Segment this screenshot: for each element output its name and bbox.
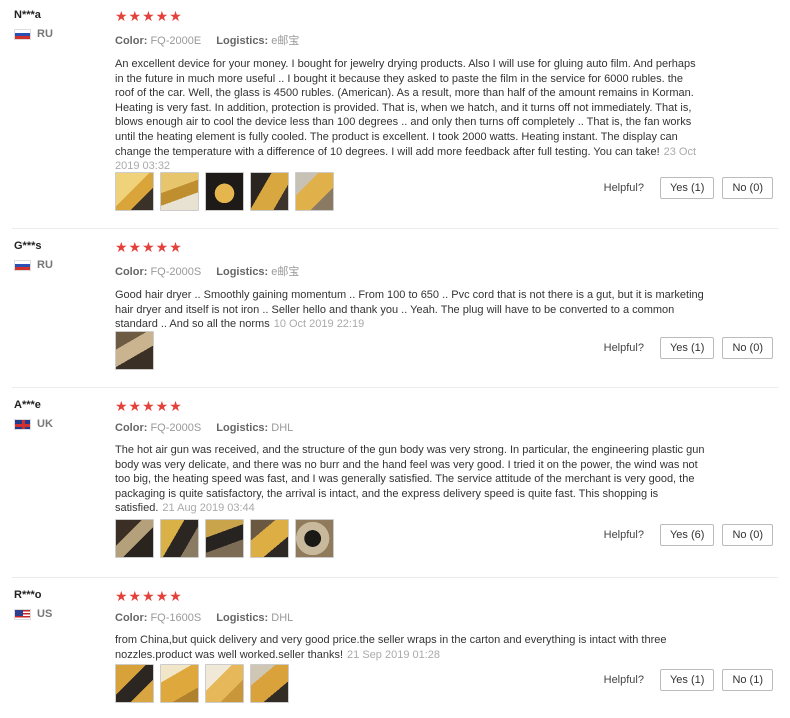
- reviewer-name: A***e: [14, 399, 41, 411]
- star-rating: ★★★★★: [115, 239, 183, 255]
- review-photos: [115, 519, 334, 558]
- review-body: ★★★★★ Color: FQ-2000S Logistics: DHL The…: [115, 398, 772, 516]
- us-flag-icon: [14, 608, 31, 620]
- helpful-vote: Helpful? Yes (6) No (0): [604, 524, 773, 546]
- review-item: G***s RU ★★★★★ Color: FQ-2000S Logistics…: [0, 231, 790, 388]
- helpful-no-button[interactable]: No (0): [722, 524, 773, 546]
- review-text: An excellent device for your money. I bo…: [115, 57, 705, 174]
- helpful-vote: Helpful? Yes (1) No (0): [604, 337, 773, 359]
- helpful-yes-button[interactable]: Yes (1): [659, 337, 715, 359]
- reviewer-country: US: [14, 608, 52, 620]
- review-item: A***e UK ★★★★★ Color: FQ-2000S Logistics…: [0, 390, 790, 578]
- review-text-content: Good hair dryer .. Smoothly gaining mome…: [115, 289, 704, 331]
- review-photo-thumbnail[interactable]: [205, 664, 244, 703]
- review-item: N***a RU ★★★★★ Color: FQ-2000E Logistics…: [0, 0, 790, 229]
- color-label: Color:: [115, 422, 148, 434]
- color-value: FQ-2000E: [150, 35, 202, 47]
- logistics-label: Logistics:: [216, 612, 269, 624]
- country-code: US: [37, 608, 53, 620]
- review-photos: [115, 664, 289, 703]
- helpful-vote: Helpful? Yes (1) No (1): [604, 669, 773, 691]
- helpful-vote: Helpful? Yes (1) No (0): [604, 177, 773, 199]
- country-code: RU: [37, 259, 53, 271]
- logistics-label: Logistics:: [216, 35, 269, 47]
- review-photo-thumbnail[interactable]: [295, 519, 334, 558]
- russia-flag-icon: [14, 259, 31, 271]
- helpful-no-button[interactable]: No (0): [722, 177, 773, 199]
- review-photo-thumbnail[interactable]: [205, 519, 244, 558]
- review-photo-thumbnail[interactable]: [115, 519, 154, 558]
- logistics-value: DHL: [271, 612, 294, 624]
- review-divider: [12, 387, 778, 388]
- russia-flag-icon: [14, 28, 31, 40]
- color-value: FQ-1600S: [150, 612, 202, 624]
- review-meta: Color: FQ-1600S Logistics: DHL: [115, 612, 772, 624]
- review-text: from China,but quick delivery and very g…: [115, 633, 705, 662]
- helpful-yes-button[interactable]: Yes (6): [659, 524, 715, 546]
- reviewer-country: UK: [14, 418, 53, 430]
- color-label: Color:: [115, 35, 148, 47]
- country-code: RU: [37, 28, 53, 40]
- logistics-label: Logistics:: [216, 422, 269, 434]
- review-meta: Color: FQ-2000S Logistics: e邮宝: [115, 263, 772, 279]
- review-body: ★★★★★ Color: FQ-2000E Logistics: e邮宝 An …: [115, 8, 772, 174]
- color-label: Color:: [115, 266, 148, 278]
- review-photo-thumbnail[interactable]: [160, 519, 199, 558]
- review-photo-thumbnail[interactable]: [250, 519, 289, 558]
- reviewer-name: N***a: [14, 9, 41, 21]
- review-photo-thumbnail[interactable]: [250, 172, 289, 211]
- country-code: UK: [37, 418, 53, 430]
- star-rating: ★★★★★: [115, 398, 183, 414]
- reviewer-country: RU: [14, 28, 53, 40]
- review-text: The hot air gun was received, and the st…: [115, 443, 705, 516]
- review-photo-thumbnail[interactable]: [250, 664, 289, 703]
- star-rating: ★★★★★: [115, 588, 183, 604]
- review-photo-thumbnail[interactable]: [160, 664, 199, 703]
- review-date: 21 Sep 2019 01:28: [347, 648, 441, 661]
- review-date: 21 Aug 2019 03:44: [162, 502, 255, 515]
- helpful-yes-button[interactable]: Yes (1): [659, 669, 715, 691]
- helpful-label: Helpful?: [603, 674, 644, 686]
- review-divider: [12, 577, 778, 578]
- review-photos: [115, 331, 154, 370]
- review-divider: [12, 228, 778, 229]
- review-meta: Color: FQ-2000E Logistics: e邮宝: [115, 32, 772, 48]
- review-body: ★★★★★ Color: FQ-2000S Logistics: e邮宝 Goo…: [115, 239, 772, 332]
- logistics-value: e邮宝: [271, 266, 300, 278]
- reviewer-info: N***a RU: [14, 9, 53, 40]
- review-item: R***o US ★★★★★ Color: FQ-1600S Logistics…: [0, 580, 790, 718]
- reviewer-info: A***e UK: [14, 399, 53, 430]
- helpful-label: Helpful?: [603, 529, 644, 541]
- review-photos: [115, 172, 334, 211]
- review-photo-thumbnail[interactable]: [205, 172, 244, 211]
- reviewer-country: RU: [14, 259, 53, 271]
- reviewer-name: G***s: [14, 240, 42, 252]
- review-text: Good hair dryer .. Smoothly gaining mome…: [115, 288, 705, 332]
- review-date: 10 Oct 2019 22:19: [273, 318, 365, 331]
- review-photo-thumbnail[interactable]: [115, 664, 154, 703]
- helpful-no-button[interactable]: No (1): [722, 669, 773, 691]
- logistics-value: e邮宝: [271, 35, 300, 47]
- review-body: ★★★★★ Color: FQ-1600S Logistics: DHL fro…: [115, 588, 772, 662]
- color-label: Color:: [115, 612, 148, 624]
- review-meta: Color: FQ-2000S Logistics: DHL: [115, 422, 772, 434]
- reviewer-name: R***o: [14, 589, 42, 601]
- review-photo-thumbnail[interactable]: [115, 331, 154, 370]
- helpful-label: Helpful?: [603, 182, 644, 194]
- logistics-label: Logistics:: [216, 266, 269, 278]
- review-text-content: An excellent device for your money. I bo…: [115, 58, 696, 158]
- review-photo-thumbnail[interactable]: [295, 172, 334, 211]
- helpful-label: Helpful?: [603, 342, 644, 354]
- reviewer-info: R***o US: [14, 589, 52, 620]
- logistics-value: DHL: [271, 422, 294, 434]
- color-value: FQ-2000S: [150, 266, 202, 278]
- color-value: FQ-2000S: [150, 422, 202, 434]
- review-photo-thumbnail[interactable]: [160, 172, 199, 211]
- uk-flag-icon: [14, 418, 31, 430]
- review-photo-thumbnail[interactable]: [115, 172, 154, 211]
- helpful-yes-button[interactable]: Yes (1): [659, 177, 715, 199]
- reviewer-info: G***s RU: [14, 240, 53, 271]
- star-rating: ★★★★★: [115, 8, 183, 24]
- helpful-no-button[interactable]: No (0): [722, 337, 773, 359]
